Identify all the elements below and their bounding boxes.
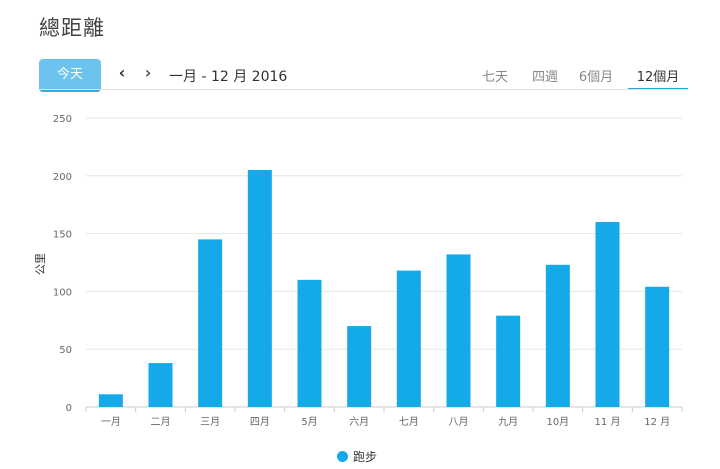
bar (198, 239, 223, 407)
y-tick-label: 250 (53, 114, 72, 125)
y-tick-label: 150 (53, 230, 72, 241)
bar (496, 315, 521, 407)
bar (595, 222, 620, 407)
x-tick-label: 七月 (399, 416, 419, 428)
x-tick-label: 一月 (101, 416, 121, 428)
x-tick-label: 12 月 (644, 416, 670, 428)
legend-label: 跑步 (353, 450, 378, 464)
x-tick-label: 六月 (349, 416, 369, 428)
x-tick-label: 四月 (250, 416, 270, 428)
distance-bar-chart: 0 50 100 150 200 250 公里一月 二月 三月 四月 5月 六月 七月 八月 九月 10月 11… (34, 114, 683, 428)
x-tick-label: 10月 (546, 416, 569, 428)
y-tick-label: 0 (66, 403, 72, 414)
legend-dot (337, 451, 348, 462)
x-tick-label: 5月 (301, 416, 317, 428)
bar (247, 170, 272, 407)
x-tick-label: 三月 (200, 416, 220, 428)
x-tick-label: 九月 (498, 416, 518, 428)
bar (297, 279, 322, 407)
chart-legend[interactable]: 跑步 (337, 448, 377, 465)
y-axis-label: 公里 (34, 253, 47, 275)
x-tick-label: 二月 (151, 416, 171, 428)
y-tick-label: 100 (53, 287, 72, 298)
bar (98, 394, 123, 407)
bar (545, 264, 570, 407)
x-tick-label: 11 月 (595, 416, 621, 428)
bar (645, 286, 670, 407)
x-tick-label: 八月 (449, 416, 469, 428)
y-tick-label: 50 (59, 345, 72, 356)
y-tick-label: 200 (53, 172, 72, 183)
bar (396, 270, 421, 407)
bar (148, 363, 173, 407)
bar (347, 326, 372, 407)
bar (446, 254, 471, 407)
